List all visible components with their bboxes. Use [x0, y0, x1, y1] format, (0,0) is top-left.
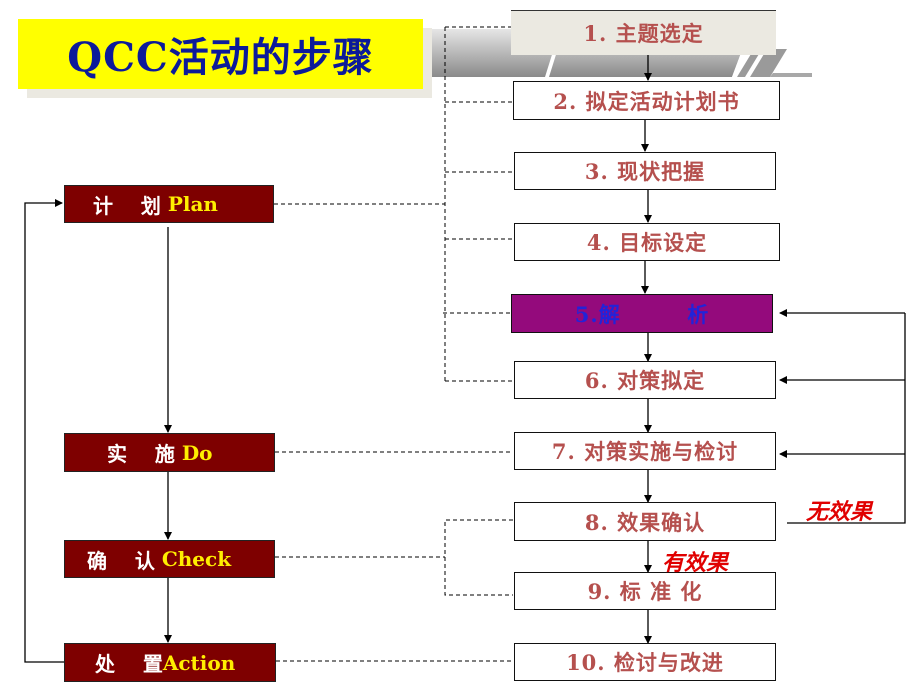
step-label: 9. 标 准 化	[587, 579, 703, 604]
effective-label: 有效果	[662, 550, 729, 576]
phase-action[interactable]: 处 置 Action	[64, 643, 276, 682]
phase-check-en: Check	[161, 547, 232, 571]
phase-plan-en: Plan	[167, 192, 218, 216]
step-7-countermeasure-implementation[interactable]: 7. 对策实施与检讨	[514, 432, 776, 470]
no-effect-label: 无效果	[806, 499, 873, 525]
phase-do-en: Do	[181, 440, 213, 465]
step-label: 4. 目标设定	[586, 230, 708, 255]
step-label: 3. 现状把握	[584, 159, 706, 184]
phase-check-cn: 确 认	[87, 548, 162, 573]
step-3-current-status[interactable]: 3. 现状把握	[514, 152, 776, 190]
step-10-review-improvement[interactable]: 10. 检讨与改进	[514, 643, 776, 681]
step-label: 2. 拟定活动计划书	[553, 88, 740, 114]
connector-lines	[24, 26, 906, 663]
feedback-loop-line	[787, 313, 906, 524]
phase-do-cn: 实 施	[107, 442, 182, 466]
step-2-activity-plan[interactable]: 2. 拟定活动计划书	[513, 81, 780, 120]
step-label: 8. 效果确认	[584, 509, 706, 535]
phase-plan[interactable]: 计 划 Plan	[64, 185, 274, 223]
step-4-goal-setting[interactable]: 4. 目标设定	[514, 223, 780, 261]
step-6-countermeasure-plan[interactable]: 6. 对策拟定	[514, 361, 776, 399]
phase-do[interactable]: 实 施 Do	[64, 433, 275, 472]
step-5-analysis[interactable]: 5.解 析	[511, 294, 773, 333]
phase-check[interactable]: 确 认 Check	[64, 540, 275, 578]
dashed-check-bracket	[444, 519, 513, 596]
step-1-topic-selection[interactable]: 1. 主题选定	[511, 10, 776, 55]
step-label: 1. 主题选定	[583, 21, 704, 46]
step-9-standardization[interactable]: 9. 标 准 化	[514, 572, 776, 610]
step-label: 5.解 析	[574, 301, 710, 327]
phase-action-cn: 处 置	[95, 652, 163, 676]
phase-plan-cn: 计 划	[93, 193, 168, 218]
step-label: 7. 对策实施与检讨	[551, 439, 739, 464]
phase-action-en: Action	[162, 650, 236, 675]
step-label: 6. 对策拟定	[584, 368, 706, 393]
step-8-effect-confirmation[interactable]: 8. 效果确认	[514, 502, 776, 541]
phase-loop-action-to-plan	[24, 199, 64, 663]
step-label: 10. 检讨与改进	[566, 650, 724, 675]
